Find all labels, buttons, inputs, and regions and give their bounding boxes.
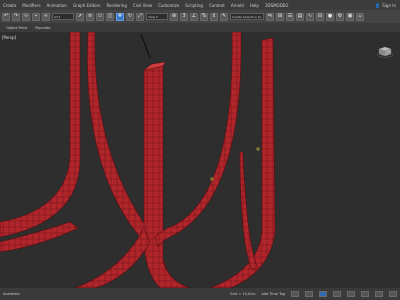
render-icon[interactable]: ☕	[356, 12, 364, 21]
prev-frame-icon[interactable]	[305, 291, 313, 297]
menu-item[interactable]: 3DSMODEO	[262, 3, 292, 8]
menu-bar: Create Modifiers Animation Graph Editors Ren…	[0, 0, 400, 10]
scale-icon[interactable]: ⤢	[136, 12, 144, 21]
render-setup-icon[interactable]: ⚙	[336, 12, 344, 21]
perspective-viewport[interactable]	[0, 32, 400, 288]
viewcube-icon[interactable]	[376, 44, 394, 58]
curve-editor-icon[interactable]: ∿	[306, 12, 314, 21]
main-toolbar: ↶ ↷ ∞ ⌁ ≈ All ▾ ➚ ≡ ▭ ◫ ✥ ↻ ⤢ View ▾ ⊕ 3…	[0, 10, 400, 23]
grid-readout: Grid = 10,0cm	[229, 292, 256, 296]
status-text: Academic	[3, 292, 21, 296]
next-frame-icon[interactable]	[333, 291, 341, 297]
percent-snap-icon[interactable]: %	[200, 12, 208, 21]
window-crossing-icon[interactable]: ◫	[106, 12, 114, 21]
render-frame-icon[interactable]: ▣	[346, 12, 354, 21]
move-icon[interactable]: ✥	[116, 12, 124, 21]
tube-right-a	[154, 32, 242, 248]
named-selection-icon[interactable]: ✎	[220, 12, 228, 21]
sign-in-link[interactable]: Sign In	[382, 3, 396, 8]
tube-right-c	[239, 151, 259, 271]
material-editor-icon[interactable]: ●	[326, 12, 334, 21]
menu-item[interactable]: Rendering	[103, 3, 129, 8]
pan-icon[interactable]	[375, 291, 383, 297]
status-bar: Academic Grid = 10,0cm Add Time Tag	[0, 288, 400, 300]
play-icon[interactable]	[319, 291, 327, 297]
undo-icon[interactable]: ↶	[2, 12, 10, 21]
rotate-icon[interactable]: ↻	[126, 12, 134, 21]
select-by-name-icon[interactable]: ≡	[86, 12, 94, 21]
gizmo-line	[140, 33, 151, 59]
zoom-icon[interactable]	[347, 291, 355, 297]
scene-render	[0, 32, 276, 288]
tube-center	[143, 65, 191, 288]
menu-item[interactable]: Scripting	[182, 3, 206, 8]
menu-item[interactable]: Animation	[44, 3, 70, 8]
menu-item[interactable]: Modifiers	[19, 3, 43, 8]
menu-item[interactable]: Graph Editors	[70, 3, 103, 8]
ribbon-tab[interactable]: Populate	[35, 26, 50, 30]
account-area[interactable]: 👤 Sign In	[375, 3, 396, 8]
tube-center-branch	[74, 227, 151, 288]
menu-item[interactable]: Help	[247, 3, 262, 8]
key-icon[interactable]	[291, 291, 299, 297]
schematic-icon[interactable]: ⊟	[316, 12, 324, 21]
user-icon: 👤	[375, 2, 381, 8]
layer-icon[interactable]: ☰	[286, 12, 294, 21]
menu-item[interactable]: Create	[0, 3, 19, 8]
align-icon[interactable]: ⊞	[276, 12, 284, 21]
maximize-icon[interactable]	[389, 291, 397, 297]
ribbon-tabs: Object Paint Populate	[0, 23, 400, 32]
menu-item[interactable]: Arnold	[228, 3, 247, 8]
snap-icon[interactable]: 3	[180, 12, 188, 21]
link-icon[interactable]: ∞	[22, 12, 30, 21]
named-selection-set-input[interactable]: Create Selection Se	[230, 13, 264, 20]
mirror-icon[interactable]: ⇋	[266, 12, 274, 21]
selection-filter-dropdown[interactable]: All ▾	[52, 13, 74, 20]
unlink-icon[interactable]: ⌁	[32, 12, 40, 21]
redo-icon[interactable]: ↷	[12, 12, 20, 21]
rect-region-icon[interactable]: ▭	[96, 12, 104, 21]
orbit-icon[interactable]	[361, 291, 369, 297]
bind-icon[interactable]: ≈	[42, 12, 50, 21]
menu-item[interactable]: Civil View	[130, 3, 155, 8]
spinner-snap-icon[interactable]: ⇕	[210, 12, 218, 21]
add-time-tag[interactable]: Add Time Tag	[262, 292, 286, 296]
angle-snap-icon[interactable]: ∠	[190, 12, 198, 21]
pivot-marker	[256, 147, 260, 151]
pivot-icon[interactable]: ⊕	[170, 12, 178, 21]
menu-item[interactable]: Customize	[155, 3, 182, 8]
select-icon[interactable]: ➚	[76, 12, 84, 21]
tube-left	[0, 32, 81, 238]
reference-coord-dropdown[interactable]: View ▾	[146, 13, 168, 20]
graphite-icon[interactable]: ▤	[296, 12, 304, 21]
ribbon-tab[interactable]: Object Paint	[6, 26, 27, 30]
menu-item[interactable]: Content	[206, 3, 228, 8]
viewport-label[interactable]: [Persp]	[2, 35, 16, 40]
